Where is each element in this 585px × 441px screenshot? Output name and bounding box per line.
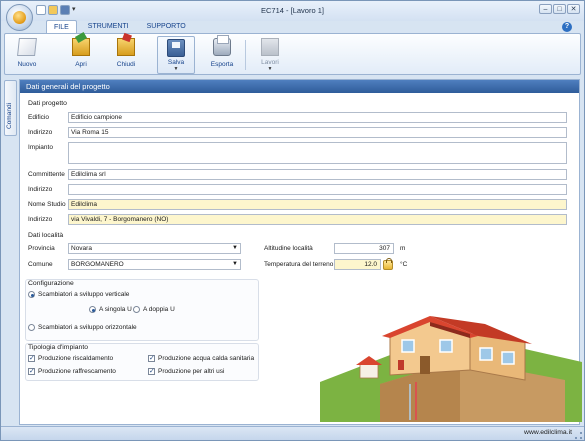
title-bar: ▾ EC714 - [Lavoro 1] – □ ✕	[1, 1, 584, 21]
chevron-down-icon: ▼	[232, 245, 238, 251]
studio-address-label: Indirizzo	[28, 216, 53, 223]
app-window: ▾ EC714 - [Lavoro 1] – □ ✕ FILE STRUMENT…	[0, 0, 585, 441]
new-button[interactable]: Nuovo	[11, 36, 43, 74]
app-logo-icon	[13, 11, 26, 24]
sidebar-tab-label: Comandi	[6, 102, 13, 129]
province-label: Provincia	[28, 245, 55, 252]
minimize-button[interactable]: –	[539, 4, 552, 14]
client-address-field[interactable]	[68, 184, 567, 195]
address-label: Indirizzo	[28, 129, 53, 136]
system-label: Impianto	[28, 144, 53, 151]
chevron-down-icon[interactable]: ▼	[254, 67, 286, 72]
website-text: www.edilclima.it	[524, 429, 572, 436]
new-document-icon	[17, 38, 37, 56]
window-title: EC714 - [Lavoro 1]	[261, 6, 324, 15]
resize-grip-icon[interactable]	[575, 432, 582, 439]
sidebar-tab-commands[interactable]: Comandi	[4, 80, 17, 136]
export-button[interactable]: Esporta	[206, 35, 238, 74]
tab-strumenti[interactable]: STRUMENTI	[81, 20, 136, 33]
vertical-exchangers-label: Scambiatori a sviluppo verticale	[38, 291, 130, 298]
province-value: Novara	[71, 245, 92, 252]
studio-address-field[interactable]: via Vivaldi, 7 - Borgomanero (NO)	[68, 214, 567, 225]
project-data-panel: Dati generali del progetto Dati progetto…	[19, 79, 582, 425]
project-section-title: Dati progetto	[28, 100, 67, 107]
application-menu-button[interactable]	[6, 4, 33, 31]
status-bar: www.edilclima.it	[1, 426, 584, 440]
cooling-label: Produzione raffrescamento	[38, 368, 116, 375]
panel-header: Dati generali del progetto	[20, 80, 579, 93]
other-uses-checkbox[interactable]: ✓	[148, 368, 155, 375]
save-button[interactable]: Salva ▼	[157, 36, 195, 74]
building-label: Edificio	[28, 114, 49, 121]
chevron-down-icon[interactable]: ▼	[158, 67, 194, 72]
single-u-label: A singola U	[99, 306, 132, 313]
altitude-field[interactable]: 307	[334, 243, 394, 254]
save-disk-icon	[167, 39, 185, 57]
close-window-button[interactable]: ✕	[567, 4, 580, 14]
cooling-checkbox[interactable]: ✓	[28, 368, 35, 375]
heating-label: Produzione riscaldamento	[38, 355, 114, 362]
open-folder-icon	[72, 38, 90, 56]
ribbon-tabs: FILE STRUMENTI SUPPORTO	[46, 20, 193, 33]
town-label: Comune	[28, 261, 53, 268]
jobs-button[interactable]: Lavori ▼	[254, 36, 286, 74]
address-field[interactable]: Via Roma 15	[68, 127, 567, 138]
print-export-icon	[213, 35, 231, 56]
double-u-label: A doppia U	[143, 306, 175, 313]
altitude-unit: m	[400, 245, 406, 252]
chevron-down-icon: ▼	[232, 261, 238, 267]
export-button-label: Esporta	[210, 61, 234, 68]
location-section-title: Dati località	[28, 232, 64, 239]
studio-field[interactable]: Edilclima	[68, 199, 567, 210]
open-button-label: Apri	[75, 61, 87, 68]
window-controls: – □ ✕	[539, 4, 580, 14]
open-button[interactable]: Apri	[65, 36, 97, 74]
double-u-radio[interactable]	[133, 306, 140, 313]
tab-supporto[interactable]: SUPPORTO	[140, 20, 193, 33]
heating-checkbox[interactable]: ✓	[28, 355, 35, 362]
system-field[interactable]	[68, 142, 567, 164]
system-type-section-title: Tipologia d'impianto	[28, 344, 88, 351]
dhw-label: Produzione acqua calda sanitaria	[158, 355, 255, 362]
client-address-label: Indirizzo	[28, 186, 53, 193]
close-button-label: Chiudi	[116, 61, 136, 68]
maximize-button[interactable]: □	[553, 4, 566, 14]
house-building	[382, 316, 532, 381]
tab-file[interactable]: FILE	[46, 20, 77, 33]
ribbon: Nuovo Apri Chiudi Salva ▼ Esporta Lavori…	[4, 33, 581, 75]
soil-temp-unit: °C	[400, 261, 408, 268]
horizontal-exchangers-label: Scambiatori a sviluppo orizzontale	[38, 324, 137, 331]
client-label: Committente	[28, 171, 65, 178]
building-field[interactable]: Edificio campione	[68, 112, 567, 123]
lock-icon[interactable]	[383, 258, 393, 270]
altitude-label: Altitudine località	[264, 245, 313, 252]
dhw-checkbox[interactable]: ✓	[148, 355, 155, 362]
help-icon[interactable]: ?	[562, 22, 572, 32]
vertical-exchangers-radio[interactable]	[28, 291, 35, 298]
new-button-label: Nuovo	[17, 61, 37, 68]
client-field[interactable]: Edilclima srl	[68, 169, 567, 180]
close-project-button[interactable]: Chiudi	[110, 36, 142, 74]
province-select[interactable]: Novara ▼	[68, 243, 241, 254]
small-house	[356, 356, 382, 379]
ribbon-separator	[245, 40, 246, 70]
close-folder-icon	[117, 38, 135, 56]
horizontal-exchangers-radio[interactable]	[28, 324, 35, 331]
soil-temp-label: Temperatura del terreno	[264, 261, 334, 268]
single-u-radio[interactable]	[89, 306, 96, 313]
town-select[interactable]: BORGOMANERO ▼	[68, 259, 241, 270]
town-value: BORGOMANERO	[71, 261, 124, 268]
jobs-stack-icon	[261, 38, 279, 56]
other-uses-label: Produzione per altri usi	[158, 368, 225, 375]
studio-label: Nome Studio	[28, 201, 66, 208]
configuration-section-title: Configurazione	[28, 280, 74, 287]
configuration-group	[25, 279, 259, 341]
house-illustration	[320, 316, 582, 422]
soil-temp-field[interactable]: 12.0	[334, 259, 381, 270]
